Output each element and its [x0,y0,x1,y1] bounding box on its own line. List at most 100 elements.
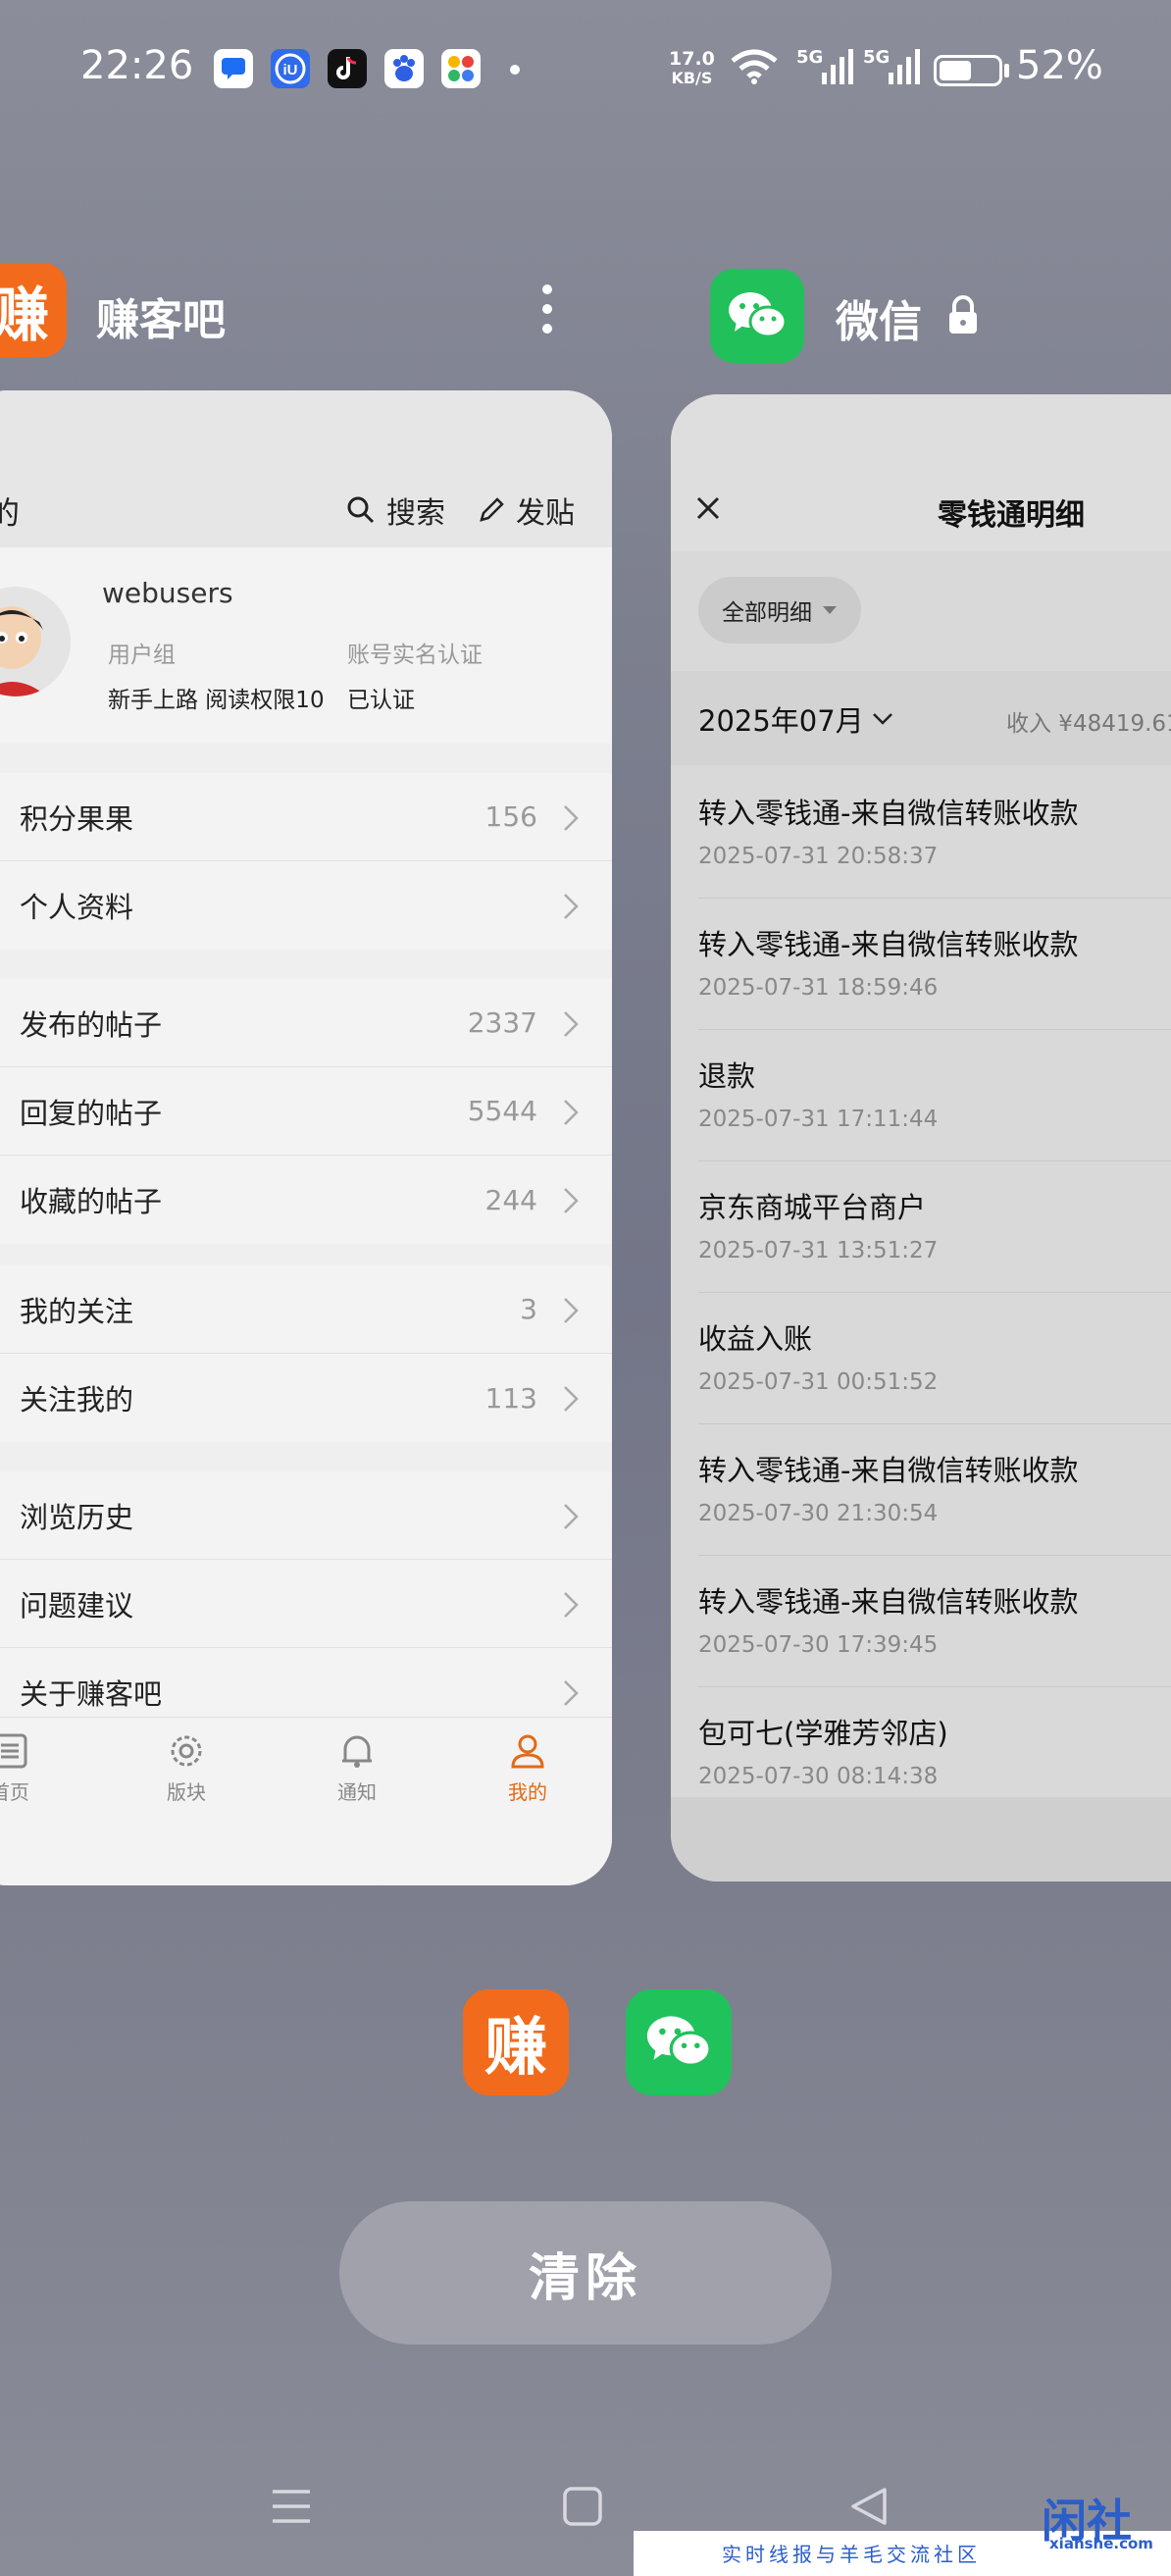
tab-boards[interactable]: 版块 [137,1731,235,1805]
transaction-list: 转入零钱通-来自微信转账收款 2025-07-31 20:58:37 余 转入零… [671,767,1171,1819]
close-icon [696,496,720,520]
transaction-time: 2025-07-30 21:30:54 [698,1501,939,1526]
chevron-right-icon [564,1011,579,1037]
transaction-title: 转入零钱通-来自微信转账收款 [698,1585,1079,1619]
income-summary: 收入 ¥48419.61 [1006,711,1171,737]
transaction-row[interactable]: 转入零钱通-来自微信转账收款 2025-07-30 21:30:54 余 [698,1424,1171,1556]
profile-panel [0,547,612,744]
filter-label: 全部明细 [722,600,812,626]
svg-text:iU: iU [283,62,298,78]
menu-section-2: 发布的帖子 2337 回复的帖子 5544 收藏的帖子 244 [0,979,612,1244]
menu-item-label: 收藏的帖子 [20,1185,163,1218]
menu-item-followers[interactable]: 关注我的 113 [0,1354,612,1442]
wallet-header [671,394,1171,551]
left-app-title: 赚客吧 [96,295,226,345]
chevron-right-icon [564,1504,579,1529]
chevron-right-icon [564,1592,579,1618]
tab-notifications[interactable]: 通知 [308,1731,406,1805]
transaction-title: 转入零钱通-来自微信转账收款 [698,797,1079,830]
search-button[interactable]: 搜索 [345,489,445,532]
tab-home[interactable]: 首页 [0,1731,59,1805]
menu-item-count: 113 [484,1381,537,1415]
battery-percent: 52% [1016,43,1103,88]
home-nav-button[interactable] [561,2484,604,2533]
bell-icon [342,1735,372,1768]
chevron-right-icon [564,1188,579,1213]
chevron-right-icon [564,805,579,831]
transaction-time: 2025-07-31 00:51:52 [698,1369,939,1395]
transaction-row[interactable]: 退款 2025-07-31 17:11:44 余 [698,1030,1171,1161]
filter-dropdown[interactable]: 全部明细 [698,577,861,644]
menu-item-count: 5544 [467,1095,537,1127]
transaction-title: 收益入账 [698,1322,813,1356]
menu-item-following[interactable]: 我的关注 3 [0,1265,612,1354]
menu-section-1: 积分果果 156 个人资料 [0,773,612,950]
chevron-down-icon [872,713,892,725]
tab-label: 版块 [167,1780,206,1804]
triangle-down-icon [823,606,837,614]
menu-item-label: 关于赚客吧 [20,1677,163,1711]
menu-item-label: 我的关注 [20,1294,134,1328]
menu-item-feedback[interactable]: 问题建议 [0,1560,612,1648]
menu-item-replies[interactable]: 回复的帖子 5544 [0,1067,612,1156]
clear-all-button[interactable]: 清除 [339,2201,832,2344]
menu-item-label: 回复的帖子 [20,1096,163,1130]
menu-nav-button[interactable] [269,2484,314,2533]
chevron-right-icon [564,1298,579,1323]
transaction-time: 2025-07-30 17:39:45 [698,1632,939,1658]
transaction-row[interactable]: 转入零钱通-来自微信转账收款 2025-07-31 20:58:37 余 [698,767,1171,899]
tab-mine[interactable]: 我的 [479,1731,577,1805]
menu-item-label: 浏览历史 [20,1500,134,1534]
chat-app-icon [214,49,253,88]
menu-section-4: 浏览历史 问题建议 关于赚客吧 [0,1471,612,1736]
transaction-time: 2025-07-31 18:59:46 [698,975,939,1001]
transaction-row[interactable]: 收益入账 2025-07-31 00:51:52 余 [698,1293,1171,1424]
pencil-icon [480,497,504,522]
transaction-row[interactable]: 京东商城平台商户 2025-07-31 13:51:27 余 [698,1161,1171,1293]
back-nav-button[interactable] [847,2484,891,2533]
menu-item-posts[interactable]: 发布的帖子 2337 [0,979,612,1067]
transaction-title: 京东商城平台商户 [698,1191,927,1224]
tab-label: 首页 [0,1780,29,1804]
menu-item-history[interactable]: 浏览历史 [0,1471,612,1560]
network-speed: 17.0 KB/S [669,48,715,87]
page-title: 零钱通明细 [938,498,1085,533]
close-button[interactable] [692,492,724,528]
user-icon [511,1734,544,1769]
transaction-time: 2025-07-31 13:51:27 [698,1238,939,1263]
dock-wechat-icon[interactable] [626,1989,732,2095]
transaction-row[interactable]: 转入零钱通-来自微信转账收款 2025-07-30 17:39:45 余 [698,1556,1171,1687]
menu-item-count: 2337 [467,1006,537,1039]
square-home-icon [563,2487,602,2526]
search-label: 搜索 [386,496,445,531]
card-bottom-strip [671,1797,1171,1881]
auth-label: 账号实名认证 [347,643,483,668]
transaction-row[interactable]: 转入零钱通-来自微信转账收款 2025-07-31 18:59:46 余 [698,899,1171,1030]
new-post-button[interactable]: 发贴 [477,489,575,532]
transaction-title: 转入零钱通-来自微信转账收款 [698,1454,1079,1487]
menu-section-3: 我的关注 3 关注我的 113 [0,1265,612,1442]
month-selector[interactable]: 2025年07月 [698,698,893,740]
more-options-icon[interactable] [537,284,557,343]
baidu-icon [384,49,424,88]
watermark-url: xianshe.com [1049,2535,1153,2552]
post-label: 发贴 [516,496,575,531]
menu-item-profile[interactable]: 个人资料 [0,861,612,950]
user-group-label: 用户组 [108,643,176,668]
battery-icon [934,55,1002,86]
status-time: 22:26 [80,43,194,88]
chevron-right-icon [564,1386,579,1412]
wechat-app-icon[interactable] [710,269,804,363]
watermark-text: 实时线报与羊毛交流社区 [722,2543,981,2566]
wechat-app-card[interactable]: 零钱通明细 全部明细 2025年07月 收入 ¥48419.61 转入零钱通-来… [671,394,1171,1881]
battery-nub [1004,64,1009,77]
lock-icon[interactable] [945,294,981,339]
zhuankeba-app-card[interactable]: 的 搜索 发贴 webusers 用户组 账号实名认证 新手上路 阅读权限10 … [0,390,612,1885]
menu-item-count: 156 [484,800,537,833]
menu-item-points[interactable]: 积分果果 156 [0,773,612,861]
menu-item-favorites[interactable]: 收藏的帖子 244 [0,1156,612,1244]
tiktok-icon [328,49,367,88]
zhuankeba-app-icon[interactable]: 赚 [0,263,67,357]
dock-zhuankeba-icon[interactable]: 赚 [463,1989,569,2095]
menu-item-label: 个人资料 [20,891,134,924]
